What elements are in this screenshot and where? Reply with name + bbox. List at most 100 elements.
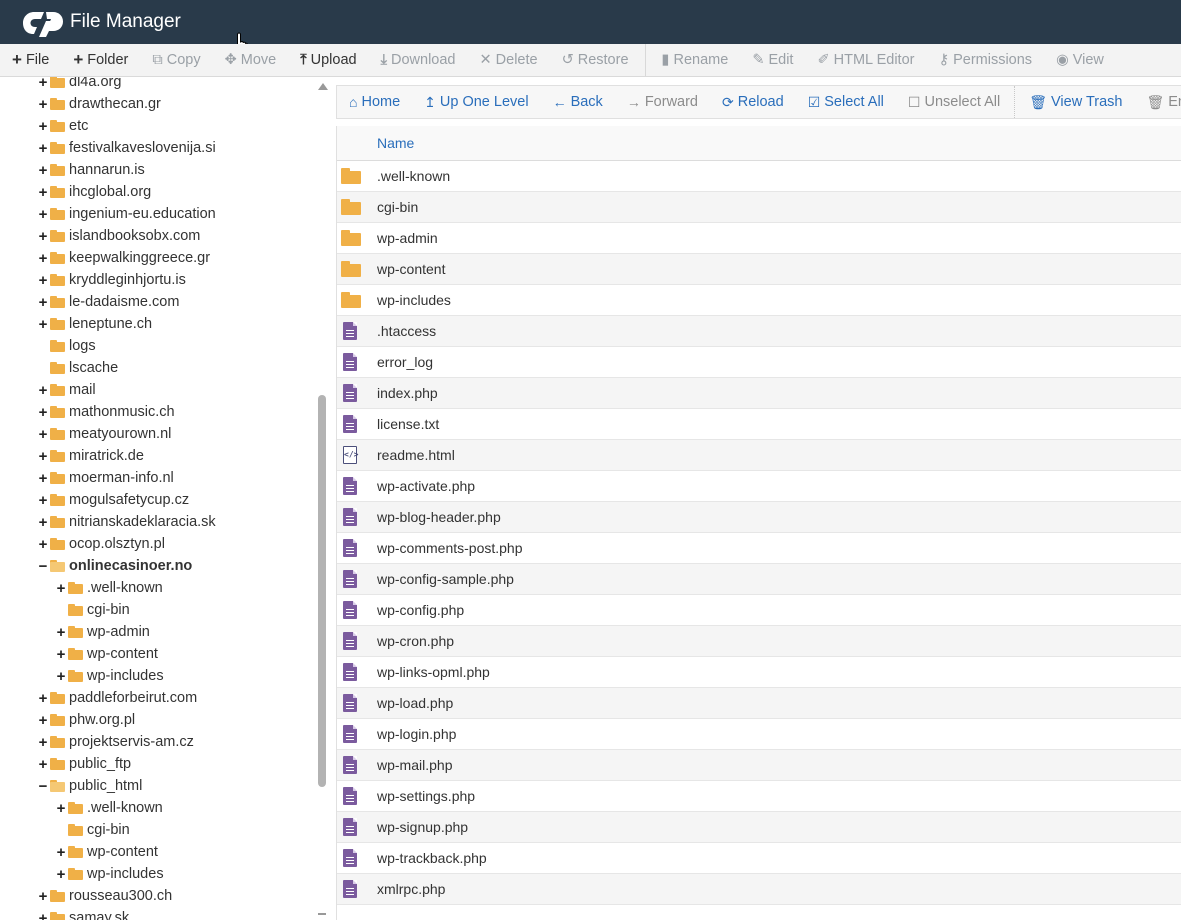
- scrollbar-thumb[interactable]: [318, 395, 326, 787]
- tree-item[interactable]: + wp-admin: [54, 621, 150, 643]
- expand-icon[interactable]: +: [54, 580, 68, 597]
- tree-item[interactable]: + islandbooksobx.com: [36, 225, 201, 247]
- download-button[interactable]: ⤓ Download: [369, 44, 468, 76]
- expand-icon[interactable]: +: [36, 382, 50, 399]
- tree-item[interactable]: cgi-bin: [54, 599, 130, 621]
- table-row[interactable]: </> readme.html: [337, 440, 1181, 471]
- restore-button[interactable]: ↺ Restore: [550, 44, 641, 76]
- rename-button[interactable]: ▮ Rename: [650, 44, 741, 76]
- tree-item[interactable]: + samay.sk: [36, 907, 129, 920]
- expand-icon[interactable]: +: [36, 712, 50, 729]
- up-one-level-button[interactable]: ↥ Up One Level: [412, 86, 540, 118]
- select-all-button[interactable]: ☑ Select All: [796, 86, 896, 118]
- expand-icon[interactable]: +: [36, 184, 50, 201]
- tree-item[interactable]: + projektservis-am.cz: [36, 731, 194, 753]
- tree-item[interactable]: logs: [36, 335, 96, 357]
- tree-item[interactable]: + ingenium-eu.education: [36, 203, 216, 225]
- edit-button[interactable]: ✎ Edit: [740, 44, 805, 76]
- tree-item[interactable]: + public_ftp: [36, 753, 131, 775]
- cpanel-logo[interactable]: [20, 7, 66, 37]
- expand-icon[interactable]: +: [36, 404, 50, 421]
- tree-item[interactable]: + ocop.olsztyn.pl: [36, 533, 165, 555]
- table-row[interactable]: license.txt: [337, 409, 1181, 440]
- expand-icon[interactable]: +: [36, 536, 50, 553]
- tree-item[interactable]: + nitrianskadeklaracia.sk: [36, 511, 216, 533]
- tree-item[interactable]: + paddleforbeirut.com: [36, 687, 198, 709]
- collapse-icon[interactable]: −: [36, 778, 50, 795]
- tree-item[interactable]: + etc: [36, 115, 89, 137]
- expand-icon[interactable]: +: [54, 866, 68, 883]
- tree-item[interactable]: − public_html: [36, 775, 143, 797]
- table-row[interactable]: wp-signup.php: [337, 812, 1181, 843]
- copy-button[interactable]: ⧉ Copy: [140, 44, 212, 76]
- scroll-down-icon[interactable]: [318, 913, 326, 915]
- tree-item[interactable]: + wp-content: [54, 643, 158, 665]
- expand-icon[interactable]: +: [36, 426, 50, 443]
- tree-item[interactable]: + phw.org.pl: [36, 709, 136, 731]
- tree-item[interactable]: + meatyourown.nl: [36, 423, 172, 445]
- scroll-up-icon[interactable]: [318, 83, 328, 90]
- expand-icon[interactable]: +: [36, 492, 50, 509]
- expand-icon[interactable]: +: [54, 800, 68, 817]
- expand-icon[interactable]: +: [36, 316, 50, 333]
- tree-item[interactable]: + leneptune.ch: [36, 313, 152, 335]
- table-row[interactable]: wp-trackback.php: [337, 843, 1181, 874]
- table-row[interactable]: .well-known: [337, 161, 1181, 192]
- table-row[interactable]: wp-login.php: [337, 719, 1181, 750]
- unselect-all-button[interactable]: ☐ Unselect All: [896, 86, 1012, 118]
- expand-icon[interactable]: +: [36, 77, 50, 91]
- expand-icon[interactable]: +: [36, 888, 50, 905]
- table-row[interactable]: wp-settings.php: [337, 781, 1181, 812]
- table-row[interactable]: wp-config-sample.php: [337, 564, 1181, 595]
- tree-item[interactable]: + wp-content: [54, 841, 158, 863]
- expand-icon[interactable]: +: [36, 206, 50, 223]
- expand-icon[interactable]: +: [36, 448, 50, 465]
- tree-item[interactable]: + dl4a.org: [36, 77, 121, 93]
- move-button[interactable]: ✥ Move: [213, 44, 289, 76]
- new-file-button[interactable]: + File: [0, 44, 61, 76]
- expand-icon[interactable]: +: [36, 470, 50, 487]
- expand-icon[interactable]: +: [54, 646, 68, 663]
- tree-item[interactable]: lscache: [36, 357, 118, 379]
- table-row[interactable]: wp-activate.php: [337, 471, 1181, 502]
- tree-item[interactable]: + kryddleginhjortu.is: [36, 269, 186, 291]
- tree-item[interactable]: + mogulsafetycup.cz: [36, 489, 189, 511]
- table-row[interactable]: wp-cron.php: [337, 626, 1181, 657]
- table-row[interactable]: index.php: [337, 378, 1181, 409]
- tree-item[interactable]: + festivalkaveslovenija.si: [36, 137, 216, 159]
- tree-item[interactable]: + mathonmusic.ch: [36, 401, 175, 423]
- name-column-header[interactable]: Name: [337, 126, 1181, 161]
- expand-icon[interactable]: +: [36, 96, 50, 113]
- expand-icon[interactable]: +: [36, 756, 50, 773]
- home-button[interactable]: ⌂ Home: [337, 86, 412, 118]
- expand-icon[interactable]: +: [36, 272, 50, 289]
- tree-item[interactable]: + le-dadaisme.com: [36, 291, 180, 313]
- expand-icon[interactable]: +: [54, 844, 68, 861]
- forward-button[interactable]: → Forward: [615, 86, 710, 118]
- view-button[interactable]: ◉ View: [1044, 44, 1116, 76]
- empty-trash-button[interactable]: 🗑 En: [1134, 86, 1181, 118]
- tree-item[interactable]: + wp-includes: [54, 665, 164, 687]
- collapse-icon[interactable]: −: [36, 558, 50, 575]
- expand-icon[interactable]: +: [36, 690, 50, 707]
- tree-item[interactable]: + miratrick.de: [36, 445, 144, 467]
- table-row[interactable]: wp-config.php: [337, 595, 1181, 626]
- expand-icon[interactable]: +: [36, 514, 50, 531]
- expand-icon[interactable]: +: [36, 910, 50, 920]
- tree-item[interactable]: + hannarun.is: [36, 159, 145, 181]
- table-row[interactable]: wp-comments-post.php: [337, 533, 1181, 564]
- table-row[interactable]: .htaccess: [337, 316, 1181, 347]
- expand-icon[interactable]: +: [36, 162, 50, 179]
- tree-item[interactable]: + drawthecan.gr: [36, 93, 161, 115]
- table-row[interactable]: wp-includes: [337, 285, 1181, 316]
- expand-icon[interactable]: +: [36, 734, 50, 751]
- tree-item[interactable]: − onlinecasinoer.no: [36, 555, 193, 577]
- expand-icon[interactable]: +: [54, 668, 68, 685]
- tree-item[interactable]: + wp-includes: [54, 863, 164, 885]
- tree-item[interactable]: + mail: [36, 379, 96, 401]
- expand-icon[interactable]: +: [36, 140, 50, 157]
- expand-icon[interactable]: +: [54, 624, 68, 641]
- table-row[interactable]: wp-load.php: [337, 688, 1181, 719]
- expand-icon[interactable]: +: [36, 228, 50, 245]
- html-editor-button[interactable]: ✐ HTML Editor: [805, 44, 926, 76]
